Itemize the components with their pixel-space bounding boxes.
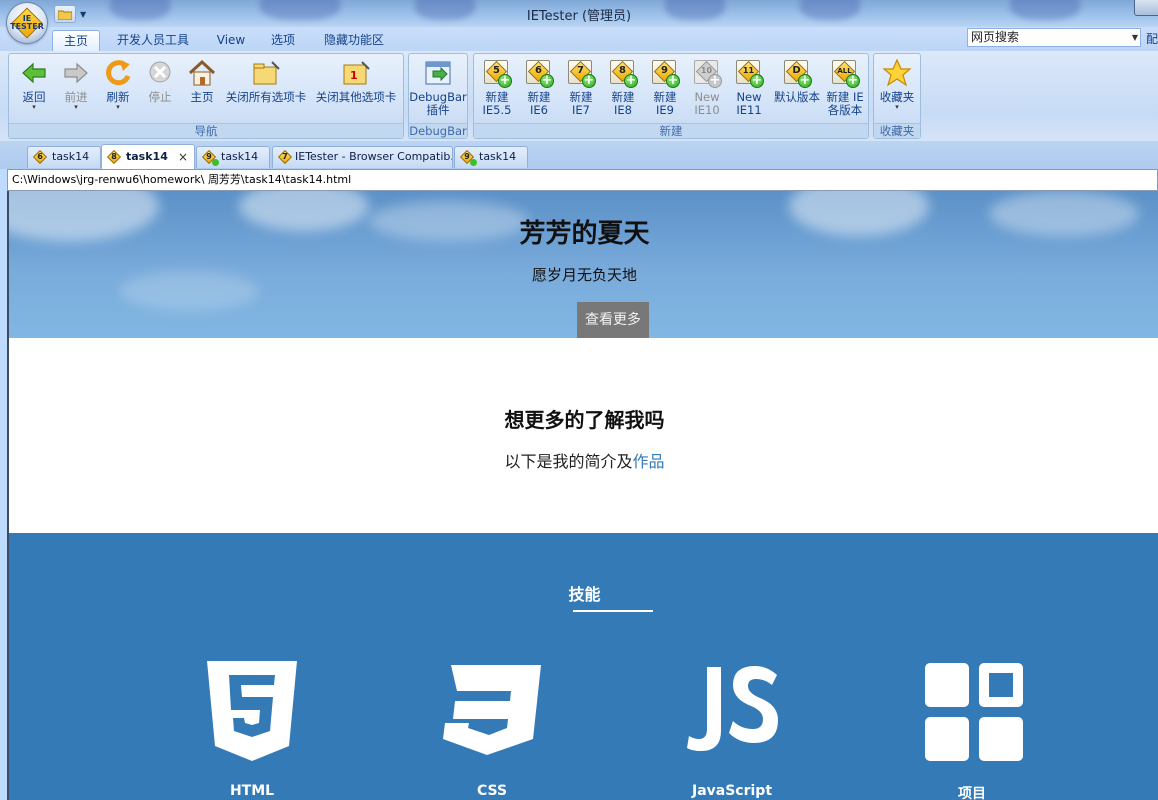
ie-tab-icon: 8 (106, 149, 122, 165)
new-ie11-button[interactable]: 11 + New IE11 (728, 58, 770, 117)
close-all-tabs-icon (251, 58, 281, 88)
about-section: 想更多的了解我吗 以下是我的简介及作品 (9, 338, 1158, 533)
skill-label: 项目 (958, 786, 986, 800)
forward-arrow-icon (61, 58, 91, 88)
tab-hide-ribbon[interactable]: 隐藏功能区 (315, 30, 393, 51)
config-label[interactable]: 配 (1146, 30, 1158, 47)
close-all-tabs-button[interactable]: 关闭所有选项卡 (221, 58, 311, 104)
ribbon: 返回 ▾ 前进 ▾ 刷新 ▾ 停止 主页 关闭所有选项卡 1 关闭其他选项卡 导… (0, 51, 1158, 141)
stop-button[interactable]: 停止 (137, 58, 183, 104)
hero-title: 芳芳的夏天 (519, 219, 650, 249)
ie-tab-icon: 7 (277, 149, 293, 165)
new-ie8-button[interactable]: 8 + 新建 IE8 (602, 58, 644, 117)
debugbar-plugin-button[interactable]: DebugBar 插件 (409, 58, 467, 117)
ie-version-icon: 7 + (568, 60, 596, 88)
about-text: 以下是我的简介及作品 (504, 452, 665, 471)
ie-version-icon: D + (784, 60, 812, 88)
ie-tab-icon: 9 (201, 149, 219, 166)
favorites-group: 收藏夹 ▾ 收藏夹 (873, 53, 921, 139)
works-link[interactable]: 作品 (633, 452, 665, 471)
new-group-label: 新建 (474, 123, 868, 138)
hero-section: 芳芳的夏天 愿岁月无负天地 查看更多 (9, 191, 1158, 338)
nav-group-label: 导航 (9, 123, 403, 138)
tab-view[interactable]: View (208, 30, 254, 51)
forward-button[interactable]: 前进 ▾ (53, 58, 99, 111)
web-search-input[interactable]: 网页搜索 (967, 28, 1141, 47)
document-tab-bar: 6 task14 8 task14 × 9 task14 7 IETester … (0, 141, 1158, 169)
refresh-button[interactable]: 刷新 ▾ (95, 58, 141, 111)
address-bar[interactable]: C:\Windows\jrg-renwu6\homework\ 周芳芳\task… (7, 169, 1158, 191)
skill-html: HTML (172, 661, 332, 799)
browser-viewport: 芳芳的夏天 愿岁月无负天地 查看更多 想更多的了解我吗 以下是我的简介及作品 技… (7, 191, 1158, 800)
new-ie7-button[interactable]: 7 + 新建 IE7 (560, 58, 602, 117)
search-dropdown-icon[interactable]: ▼ (1130, 29, 1140, 46)
favorites-button[interactable]: 收藏夹 ▾ (874, 58, 920, 111)
doc-tab-active[interactable]: 8 task14 × (101, 144, 195, 169)
window-title-bar: IETester (管理员) (0, 0, 1158, 27)
new-ie9-button[interactable]: 9 + 新建 IE9 (644, 58, 686, 117)
skills-heading: 技能 (568, 585, 601, 604)
js-icon (677, 661, 787, 761)
skill-label: HTML (229, 783, 275, 799)
skills-section: 技能 HTML CSS JavaScript 项目 (9, 533, 1158, 800)
home-icon (187, 58, 217, 88)
close-other-tabs-icon: 1 (341, 58, 371, 88)
app-orb-button[interactable]: IE TESTER (7, 3, 47, 43)
skill-javascript: JavaScript (652, 661, 812, 799)
window-title: IETester (管理员) (526, 9, 632, 24)
home-button[interactable]: 主页 (179, 58, 225, 104)
tab-options[interactable]: 选项 (263, 30, 303, 51)
refresh-icon (103, 58, 133, 88)
favorites-group-label: 收藏夹 (874, 123, 920, 138)
skill-css: CSS (412, 661, 572, 799)
debugbar-icon (423, 58, 453, 88)
tab-developer-tools[interactable]: 开发人员工具 (108, 30, 198, 51)
quick-access-toolbar: ▼ (54, 5, 86, 23)
see-more-button[interactable]: 查看更多 (577, 302, 649, 338)
ie-tab-icon: 6 (32, 149, 48, 165)
folder-icon[interactable] (54, 5, 76, 23)
new-ie10-button[interactable]: 10 + New IE10 (686, 58, 728, 117)
doc-tab[interactable]: 7 IETester - Browser Compatib... (272, 146, 453, 168)
css3-icon (437, 661, 547, 761)
default-version-button[interactable]: D + 默认版本 (770, 58, 824, 104)
debugbar-group: DebugBar 插件 DebugBar (408, 53, 468, 139)
ie-version-icon: 9 + (652, 60, 680, 88)
skill-label: CSS (476, 783, 508, 799)
close-other-tabs-button[interactable]: 1 关闭其他选项卡 (311, 58, 401, 104)
new-group: 5 + 新建 IE5.5 6 + 新建 IE6 7 + 新建 IE7 8 + 新建 IE… (473, 53, 869, 139)
tab-home[interactable]: 主页 (52, 30, 100, 51)
new-ie6-button[interactable]: 6 + 新建 IE6 (518, 58, 560, 117)
hero-subtitle: 愿岁月无负天地 (531, 266, 637, 284)
debugbar-group-label: DebugBar (409, 123, 467, 138)
ie-version-icon: 5 + (484, 60, 512, 88)
doc-tab[interactable]: 6 task14 (27, 146, 101, 168)
qat-dropdown-icon[interactable]: ▼ (80, 10, 86, 19)
about-heading: 想更多的了解我吗 (504, 408, 665, 432)
star-icon (882, 58, 912, 88)
back-button[interactable]: 返回 ▾ (11, 58, 57, 111)
back-arrow-icon (19, 58, 49, 88)
ie-version-icon: 10 + (694, 60, 722, 88)
ie-version-icon: 8 + (610, 60, 638, 88)
doc-tab[interactable]: 9 task14 (454, 146, 528, 168)
ie-version-icon: 11 + (736, 60, 764, 88)
skill-label: JavaScript (691, 783, 773, 799)
skill-projects: 项目 (892, 661, 1052, 800)
new-ie55-button[interactable]: 5 + 新建 IE5.5 (476, 58, 518, 117)
skills-divider (573, 610, 653, 612)
ie-version-icon: ALL + (832, 60, 860, 88)
orb-logo-text: IE TESTER (10, 14, 44, 31)
new-all-ie-button[interactable]: ALL + 新建 IE 各版本 (822, 58, 868, 117)
ie-tab-icon: 9 (459, 149, 477, 166)
html5-icon (197, 661, 307, 761)
nav-group: 返回 ▾ 前进 ▾ 刷新 ▾ 停止 主页 关闭所有选项卡 1 关闭其他选项卡 导… (8, 53, 404, 139)
close-tab-icon[interactable]: × (178, 145, 188, 169)
grid-icon (917, 661, 1027, 761)
doc-tab[interactable]: 9 task14 (196, 146, 270, 168)
stop-icon (145, 58, 175, 88)
ie-version-icon: 6 + (526, 60, 554, 88)
window-control-button[interactable] (1134, 0, 1158, 16)
